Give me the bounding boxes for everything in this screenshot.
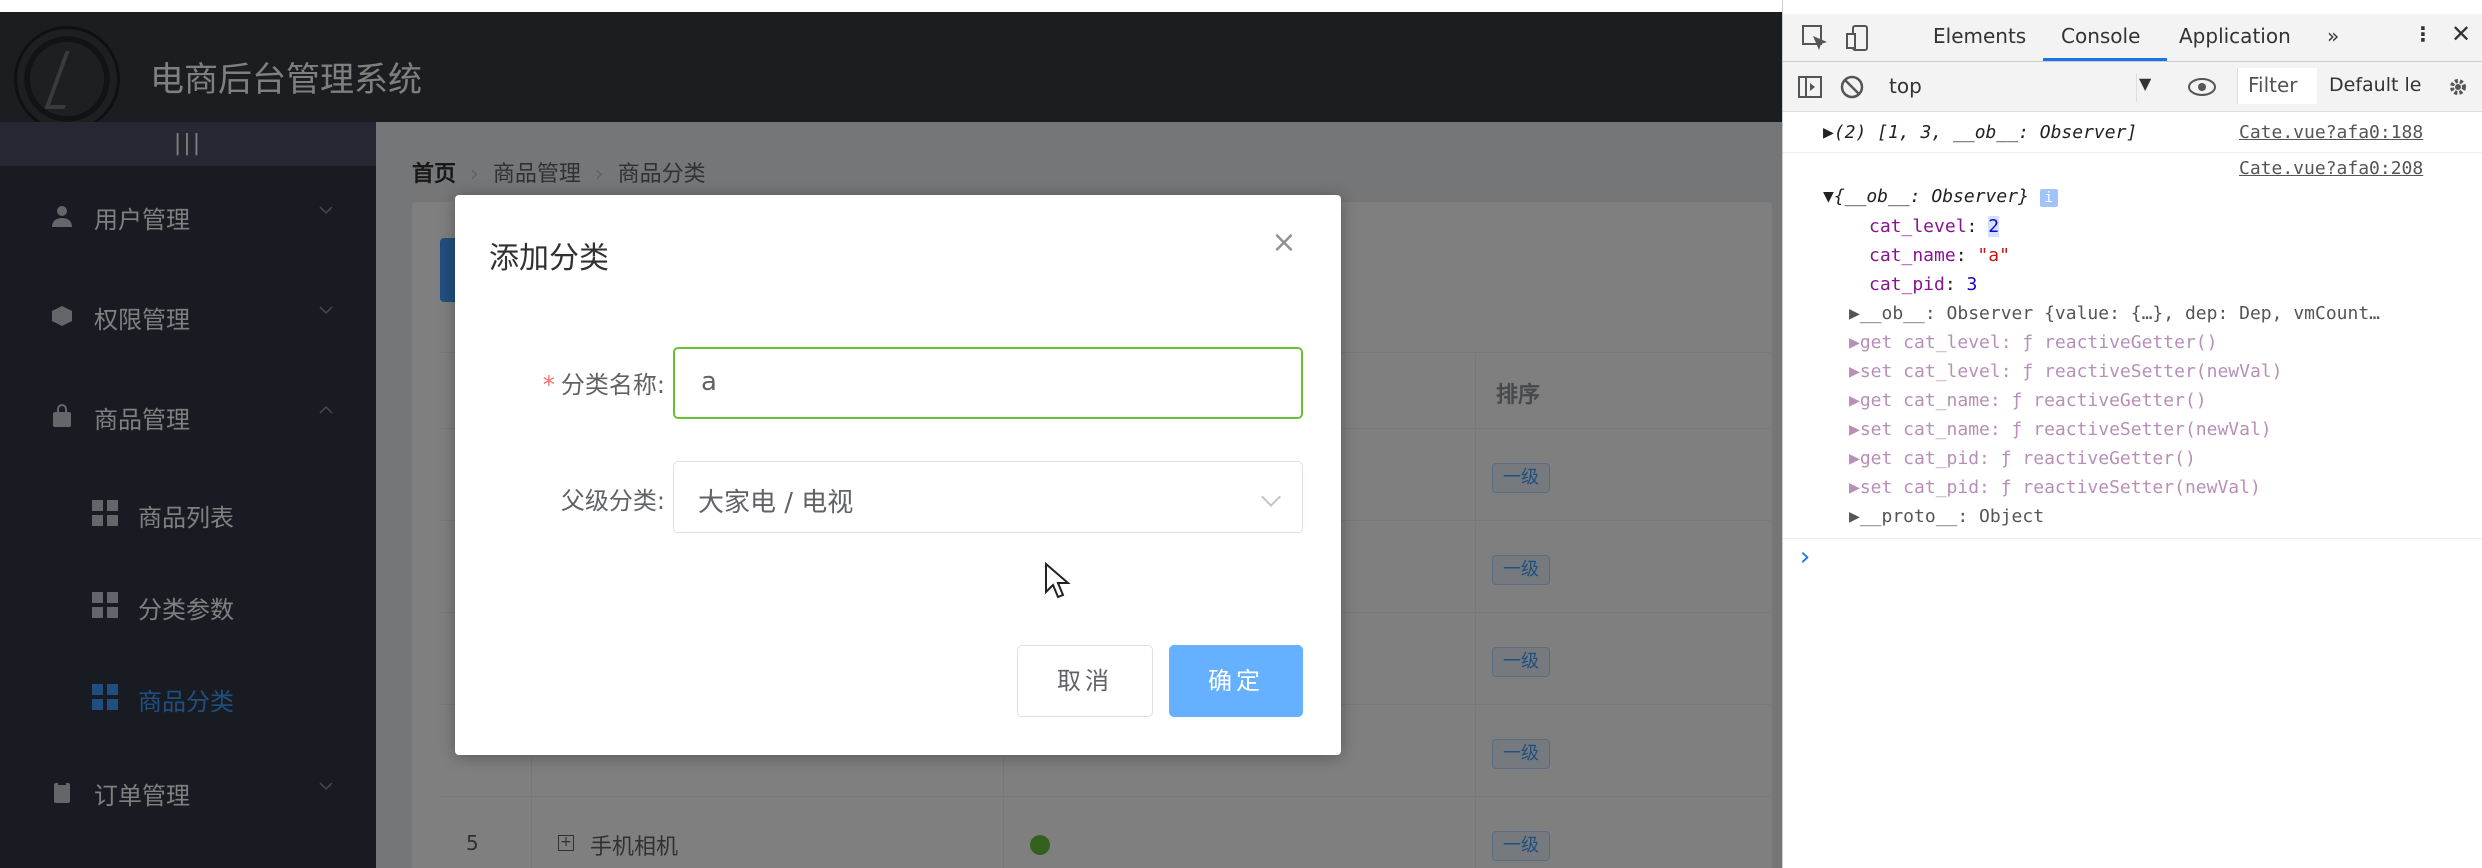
console-output: ▶(2) [1, 3, __ob__: Observer] Cate.vue?a… bbox=[1783, 112, 2482, 868]
close-icon[interactable]: × bbox=[1271, 228, 1297, 258]
tab-elements[interactable]: Elements bbox=[1933, 24, 2026, 48]
clear-console-icon[interactable] bbox=[1839, 74, 1865, 100]
parent-category-value: 大家电 / 电视 bbox=[698, 488, 854, 518]
prop-cat-pid: cat_pid: 3 bbox=[1869, 274, 1978, 295]
add-category-dialog: 添加分类 × * 分类名称: a 父级分类: 大家电 / 电视 取消 确定 bbox=[455, 195, 1341, 755]
more-tabs-icon[interactable]: » bbox=[2327, 24, 2339, 48]
prop-get-cat-name[interactable]: ▶get cat_name: ƒ reactiveGetter() bbox=[1849, 390, 2207, 411]
prop-set-cat-level[interactable]: ▶set cat_level: ƒ reactiveSetter(newVal) bbox=[1849, 361, 2282, 382]
sidebar-toggle-icon[interactable] bbox=[1797, 74, 1823, 100]
parent-category-select[interactable]: 大家电 / 电视 bbox=[673, 461, 1303, 533]
prop-set-cat-pid[interactable]: ▶set cat_pid: ƒ reactiveSetter(newVal) bbox=[1849, 477, 2261, 498]
prop-set-cat-name[interactable]: ▶set cat_name: ƒ reactiveSetter(newVal) bbox=[1849, 419, 2272, 440]
parent-category-label: 父级分类: bbox=[560, 487, 665, 515]
prop-get-cat-pid[interactable]: ▶get cat_pid: ƒ reactiveGetter() bbox=[1849, 448, 2196, 469]
console-log-array[interactable]: ▶(2) [1, 3, __ob__: Observer] bbox=[1823, 122, 2137, 143]
prop-cat-name: cat_name: "a" bbox=[1869, 245, 2010, 266]
mouse-cursor-icon bbox=[1045, 562, 1071, 599]
eye-icon[interactable] bbox=[2187, 76, 2217, 98]
close-devtools-icon[interactable]: ✕ bbox=[2451, 20, 2471, 48]
device-toolbar-icon[interactable] bbox=[1845, 24, 1873, 52]
chevron-down-icon bbox=[1261, 487, 1281, 507]
console-toolbar: top ▼ Filter Default le bbox=[1783, 62, 2482, 112]
console-prompt[interactable]: › bbox=[1797, 542, 1813, 572]
devtools-tab-bar: Elements Console Application » ⋮ ✕ bbox=[1783, 14, 2482, 62]
kebab-menu-icon[interactable]: ⋮ bbox=[2413, 22, 2433, 46]
required-mark: * bbox=[542, 371, 555, 399]
tab-application[interactable]: Application bbox=[2179, 24, 2291, 48]
prop-get-cat-level[interactable]: ▶get cat_level: ƒ reactiveGetter() bbox=[1849, 332, 2217, 353]
context-dropdown-icon[interactable]: ▼ bbox=[2139, 74, 2151, 93]
console-log-object[interactable]: ▼{__ob__: Observer} i bbox=[1823, 186, 2058, 207]
context-select[interactable]: top bbox=[1889, 74, 2137, 102]
dialog-title: 添加分类 bbox=[489, 241, 609, 276]
cancel-button[interactable]: 取消 bbox=[1017, 645, 1153, 717]
filter-input[interactable]: Filter bbox=[2237, 68, 2317, 104]
category-name-value: a bbox=[701, 367, 717, 397]
category-name-label: * 分类名称: bbox=[542, 371, 665, 399]
inspect-element-icon[interactable] bbox=[1801, 24, 1829, 52]
source-link-208[interactable]: Cate.vue?afa0:208 bbox=[2239, 158, 2423, 179]
category-name-input[interactable]: a bbox=[673, 347, 1303, 419]
source-link-188[interactable]: Cate.vue?afa0:188 bbox=[2239, 122, 2423, 143]
devtools-panel: Elements Console Application » ⋮ ✕ top ▼… bbox=[1782, 0, 2482, 868]
prop-proto[interactable]: ▶__proto__: Object bbox=[1849, 506, 2044, 527]
prop-ob[interactable]: ▶__ob__: Observer {value: {…}, dep: Dep,… bbox=[1849, 303, 2380, 324]
active-tab-indicator bbox=[2043, 58, 2167, 61]
info-icon: i bbox=[2039, 189, 2058, 207]
log-levels-select[interactable]: Default le bbox=[2329, 74, 2421, 96]
tab-console[interactable]: Console bbox=[2061, 24, 2140, 48]
confirm-button[interactable]: 确定 bbox=[1169, 645, 1303, 717]
app-window: 电商后台管理系统 ||| 用户管理 权限管理 商品管理 商品列表 分类参数 bbox=[0, 0, 1782, 868]
prop-cat-level: cat_level: 2 bbox=[1869, 216, 2000, 237]
gear-icon[interactable] bbox=[2445, 74, 2471, 100]
